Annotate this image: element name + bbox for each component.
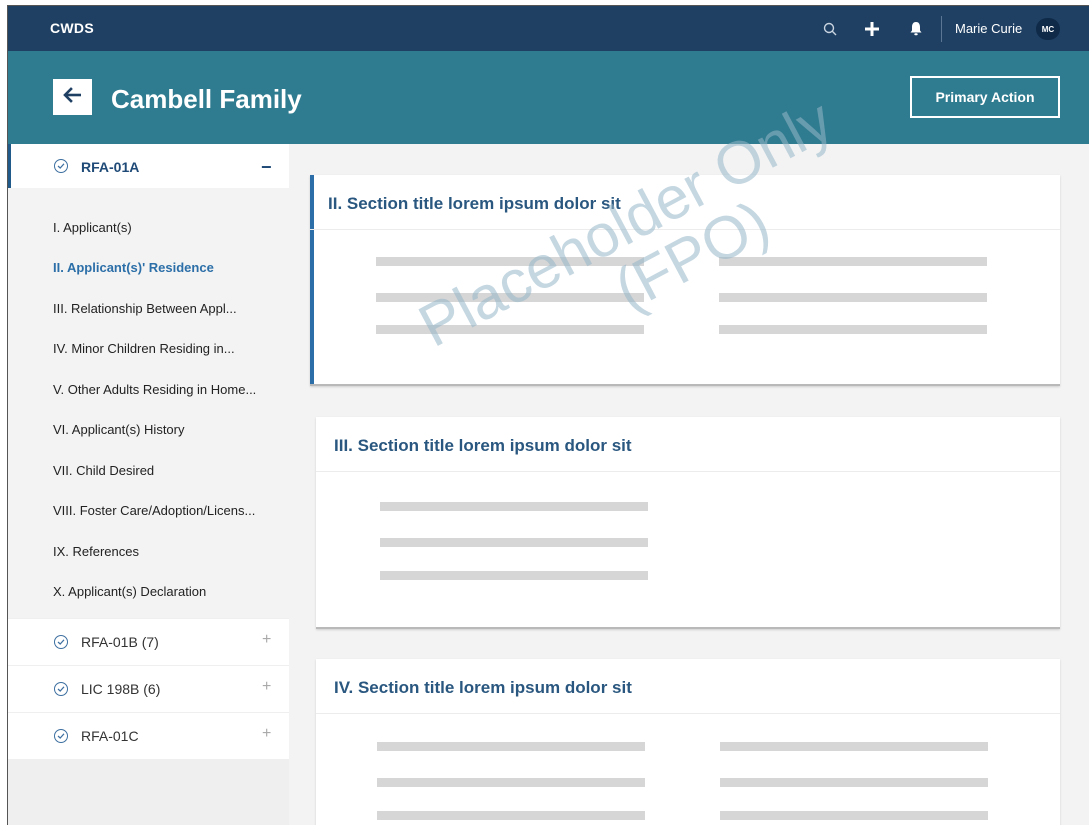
placeholder-line [380,571,648,580]
user-name[interactable]: Marie Curie [955,21,1022,36]
section-divider [310,229,1060,230]
top-navigation-bar: CWDS Marie Curie MC [8,6,1089,51]
primary-action-button[interactable]: Primary Action [910,76,1060,118]
sidebar-nav: RFA-01A − I. Applicant(s) II. Applicant(… [8,144,289,825]
placeholder-line [380,502,648,511]
section-title: IV. Section title lorem ipsum dolor sit [334,678,632,697]
sidebar-group-label: RFA-01A [81,159,140,175]
brand-logo[interactable]: CWDS [50,20,94,36]
sidebar-item-child-desired[interactable]: VII. Child Desired [53,463,154,478]
placeholder-line [719,325,987,334]
plus-icon[interactable] [860,6,884,51]
section-divider [316,713,1060,714]
section-card-ii[interactable]: II. Section title lorem ipsum dolor sit [310,175,1060,386]
sidebar-item-other-adults[interactable]: V. Other Adults Residing in Home... [53,382,256,397]
placeholder-line [377,811,645,820]
section-title: II. Section title lorem ipsum dolor sit [328,194,621,213]
expand-icon[interactable]: + [262,678,271,696]
placeholder-line [376,257,644,266]
sidebar-item-relationship[interactable]: III. Relationship Between Appl... [53,301,237,316]
sidebar-group-header[interactable]: RFA-01A − [8,144,289,188]
placeholder-line [377,778,645,787]
back-button[interactable] [53,79,92,115]
expand-icon[interactable]: + [262,631,271,649]
sidebar-group-label: LIC 198B (6) [81,681,161,697]
section-divider [316,471,1060,472]
placeholder-line [376,293,644,302]
placeholder-line [719,257,987,266]
placeholder-line [380,538,648,547]
app-window: CWDS Marie Curie MC Cambell Family Prima… [7,5,1089,825]
page-title: Cambell Family [111,84,302,114]
placeholder-line [720,742,988,751]
section-title: III. Section title lorem ipsum dolor sit [334,436,632,455]
sidebar-item-history[interactable]: VI. Applicant(s) History [53,422,185,437]
main-content: II. Section title lorem ipsum dolor sit … [289,144,1089,825]
sidebar-group-rfa-01a: RFA-01A − I. Applicant(s) II. Applicant(… [8,144,289,618]
sidebar-item-foster-care[interactable]: VIII. Foster Care/Adoption/Licens... [53,503,255,518]
active-indicator [8,144,11,188]
sidebar-item-declaration[interactable]: X. Applicant(s) Declaration [53,584,206,599]
check-circle-icon [54,729,68,743]
sidebar-group-label: RFA-01C [81,728,139,744]
page-header: Cambell Family Primary Action [8,51,1089,144]
arrow-left-icon [62,86,83,108]
sidebar-group-label: RFA-01B (7) [81,634,159,650]
sidebar-group-rfa-01b[interactable]: RFA-01B (7) + [8,619,289,665]
sidebar-group-rfa-01c[interactable]: RFA-01C + [8,713,289,759]
section-card-iv[interactable]: IV. Section title lorem ipsum dolor sit [316,659,1060,825]
expand-icon[interactable]: + [262,725,271,743]
topbar-divider [941,16,942,42]
check-circle-icon [54,159,68,173]
section-card-iii[interactable]: III. Section title lorem ipsum dolor sit [316,417,1060,629]
placeholder-line [377,742,645,751]
placeholder-line [720,811,988,820]
card-shadow-edge [316,627,1060,629]
check-circle-icon [54,635,68,649]
card-shadow-edge [310,384,1060,386]
bell-icon[interactable] [904,6,928,51]
sidebar-item-minor-children[interactable]: IV. Minor Children Residing in... [53,341,235,356]
avatar[interactable]: MC [1036,18,1060,40]
placeholder-line [719,293,987,302]
search-icon[interactable] [818,6,842,51]
sidebar-item-references[interactable]: IX. References [53,544,139,559]
placeholder-line [720,778,988,787]
check-circle-icon [54,682,68,696]
sidebar-item-applicants[interactable]: I. Applicant(s) [53,220,132,235]
collapse-icon[interactable]: − [261,157,272,178]
placeholder-line [376,325,644,334]
sidebar-item-applicants-residence[interactable]: II. Applicant(s)' Residence [53,260,214,275]
sidebar-group-lic-198b[interactable]: LIC 198B (6) + [8,666,289,712]
